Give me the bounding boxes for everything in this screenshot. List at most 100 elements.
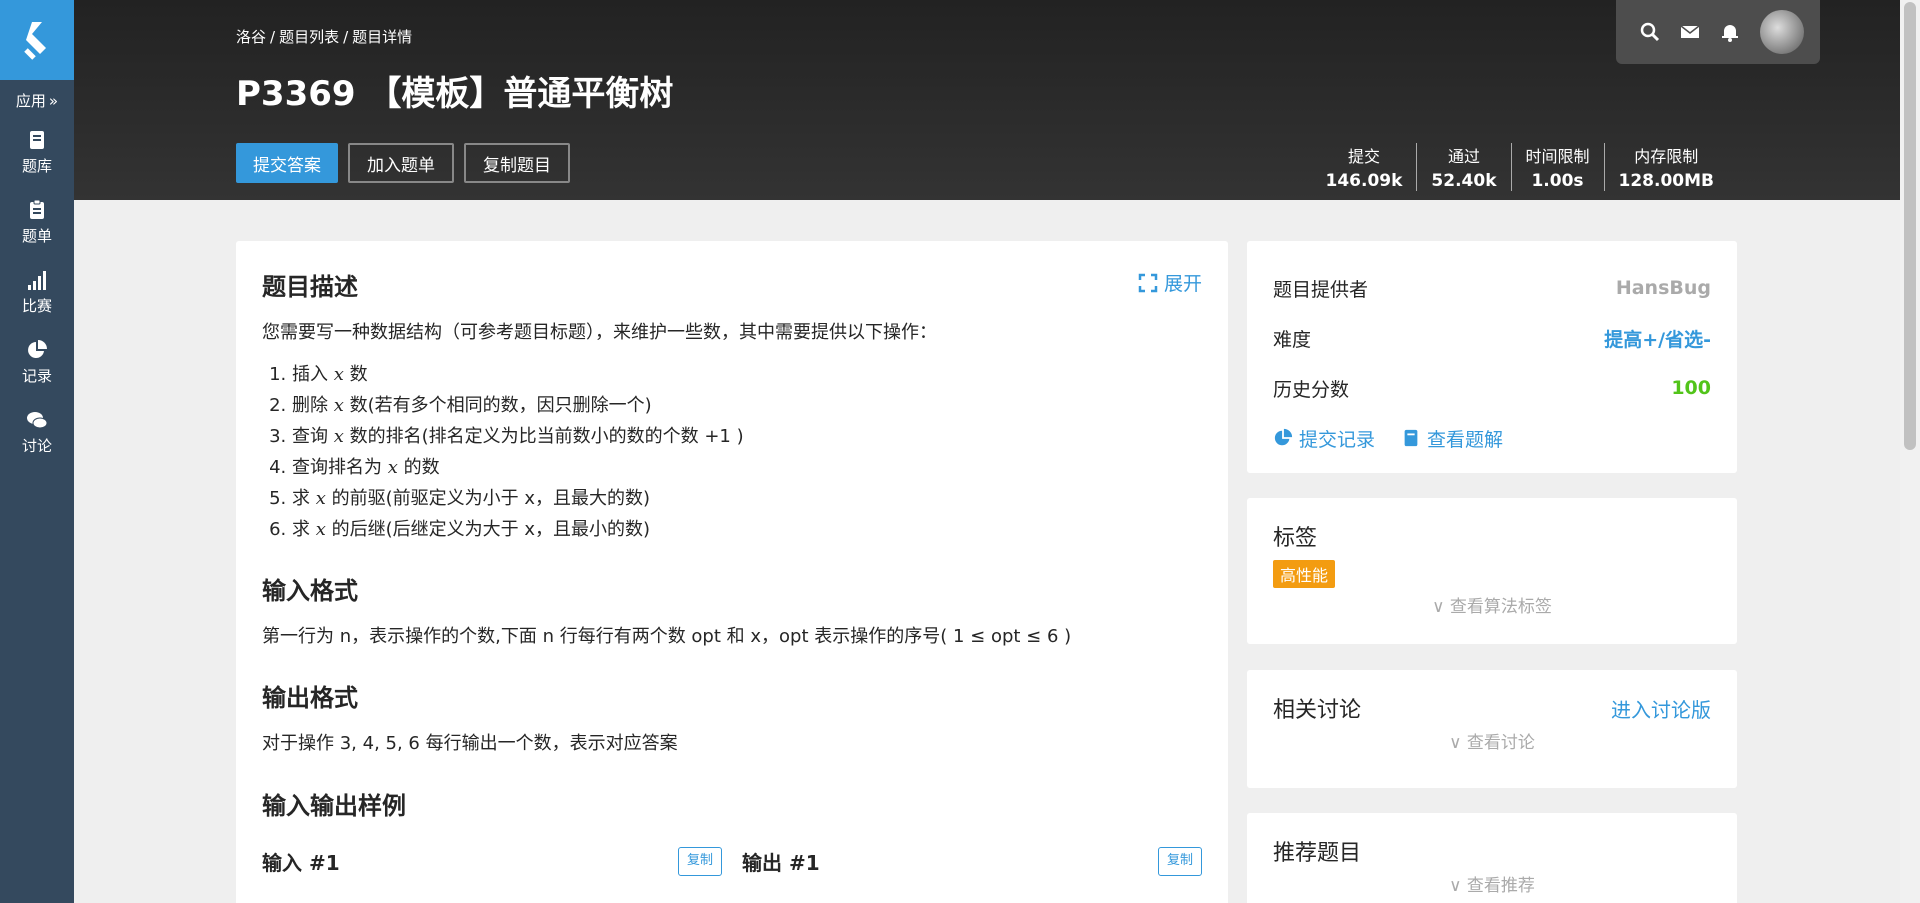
sidebar-item-label: 题单: [21, 226, 52, 245]
op-text: 的前驱(前驱定义为小于 x，且最大的数): [325, 487, 651, 509]
list-item: 查询 x 数的排名(排名定义为比当前数小的数的个数 +1 ): [292, 421, 1202, 452]
clipboard-icon: [30, 199, 44, 219]
sidebar-item-records[interactable]: 记录: [0, 327, 74, 397]
luogu-logo-icon: [24, 22, 46, 60]
link-label: 查看题解: [1427, 428, 1504, 451]
app-label: 应用: [15, 92, 46, 110]
difficulty-label: 难度: [1273, 328, 1312, 351]
provider-row: 题目提供者 HansBug: [1273, 263, 1711, 313]
recommend-title: 推荐题目: [1273, 841, 1362, 866]
op-text: 求: [292, 518, 316, 540]
problem-header: 洛谷 / 题目列表 / 题目详情 P3369 【模板】普通平衡树 提交答案 加入题单 复…: [74, 0, 1900, 200]
page-scrollbar[interactable]: [1900, 0, 1920, 903]
expand-label: 展开: [1163, 273, 1202, 295]
sidebar-item-label: 比赛: [21, 296, 52, 315]
submission-record-link[interactable]: 提交记录: [1273, 425, 1375, 452]
expand-button[interactable]: 展开: [1138, 269, 1202, 296]
output-format-title: 输出格式: [262, 684, 358, 713]
tag-badge[interactable]: 高性能: [1273, 560, 1336, 588]
stat-memory-limit: 内存限制 128.00MB: [1603, 143, 1728, 191]
sidebar-item-discuss[interactable]: 讨论: [0, 397, 74, 467]
stat-value: 128.00MB: [1618, 171, 1714, 191]
view-recommend[interactable]: ∨ 查看推荐: [1273, 871, 1711, 896]
user-avatar[interactable]: [1760, 10, 1804, 54]
scrollbar-thumb[interactable]: [1904, 2, 1916, 450]
copy-input-button[interactable]: 复制: [677, 846, 722, 876]
book-icon: [30, 130, 44, 149]
copy-problem-button[interactable]: 复制题目: [464, 143, 570, 183]
chat-icon: [27, 411, 48, 428]
mail-icon[interactable]: [1680, 22, 1700, 42]
bell-icon[interactable]: [1720, 22, 1740, 42]
sidebar-item-lists[interactable]: 题单: [0, 187, 74, 257]
pie-chart-icon: [28, 339, 47, 358]
enter-discussion-link[interactable]: 进入讨论版: [1611, 694, 1711, 723]
sidebar-item-problems[interactable]: 题库: [0, 117, 74, 187]
op-text: 插入: [292, 363, 334, 385]
sample-input-label: 输入 #1: [262, 850, 340, 875]
op-text: 查询: [292, 425, 334, 447]
sidebar-item-contests[interactable]: 比赛: [0, 257, 74, 327]
op-text: 查询排名为: [292, 456, 388, 478]
breadcrumb-problem-list[interactable]: 题目列表: [279, 28, 339, 46]
view-algorithm-tags[interactable]: ∨ 查看算法标签: [1273, 592, 1711, 617]
stat-value: 1.00s: [1531, 171, 1584, 191]
operations-list: 插入 x 数 删除 x 数(若有多个相同的数，因只删除一个) 查询 x 数的排名…: [292, 359, 1202, 545]
sample-output-label: 输出 #1: [742, 850, 820, 875]
action-buttons: 提交答案 加入题单 复制题目: [236, 143, 570, 183]
list-item: 插入 x 数: [292, 359, 1202, 390]
score-row: 历史分数 100: [1273, 363, 1711, 413]
list-item: 求 x 的前驱(前驱定义为小于 x，且最大的数): [292, 483, 1202, 514]
discussion-title: 相关讨论: [1273, 698, 1362, 723]
stat-label: 提交: [1347, 147, 1380, 166]
stat-value: 52.40k: [1431, 171, 1497, 191]
user-bar: [1616, 0, 1820, 64]
expand-icon: [1138, 273, 1158, 292]
stat-accepted: 通过 52.40k: [1416, 143, 1510, 191]
math-var: x: [333, 363, 344, 385]
math-var: x: [333, 394, 344, 416]
list-item: 查询排名为 x 的数: [292, 452, 1202, 483]
input-format-text: 第一行为 n，表示操作的个数,下面 n 行每行有两个数 opt 和 x，opt …: [262, 625, 1072, 647]
more-label: 查看算法标签: [1449, 597, 1552, 617]
sidebar-item-label: 讨论: [21, 436, 52, 455]
discussion-card: 相关讨论 进入讨论版 ∨ 查看讨论: [1247, 670, 1737, 788]
submit-answer-button[interactable]: 提交答案: [236, 143, 338, 183]
more-label: 查看推荐: [1466, 876, 1535, 896]
problem-info-card: 题目提供者 HansBug 难度 提高+/省选- 历史分数 100 提交记录 查…: [1247, 241, 1737, 473]
app-menu-toggle[interactable]: 应用 »: [0, 80, 74, 117]
description-title: 题目描述: [262, 273, 358, 301]
search-icon[interactable]: [1640, 22, 1660, 42]
stat-label: 通过: [1447, 147, 1480, 166]
sample-headers: 输入 #1 复制 输出 #1 复制: [262, 846, 1202, 876]
chevron-down-icon: ∨: [1449, 733, 1467, 753]
book-icon: [1404, 429, 1418, 447]
op-text: 的数: [397, 456, 440, 478]
breadcrumb-home[interactable]: 洛谷: [236, 28, 266, 46]
sidebar-item-label: 记录: [21, 366, 52, 385]
description-intro: 您需要写一种数据结构（可参考题目标题），来维护一些数，其中需要提供以下操作：: [262, 322, 937, 343]
math-var: x: [315, 518, 326, 540]
view-solution-link[interactable]: 查看题解: [1401, 425, 1503, 452]
provider-name[interactable]: HansBug: [1616, 277, 1711, 299]
output-format-text: 对于操作 3, 4, 5, 6 每行输出一个数，表示对应答案: [262, 733, 678, 755]
stat-label: 时间限制: [1525, 147, 1590, 166]
problem-content-card: 题目描述 展开 您需要写一种数据结构（可参考题目标题），来维护一些数，其中需要提…: [236, 241, 1228, 903]
op-text: 的后继(后继定义为大于 x，且最小的数): [325, 518, 651, 540]
luogu-logo[interactable]: [0, 0, 74, 80]
math-var: x: [387, 456, 398, 478]
stat-value: 146.09k: [1325, 171, 1403, 191]
sample-title: 输入输出样例: [262, 791, 406, 820]
add-to-list-button[interactable]: 加入题单: [348, 143, 454, 183]
op-text: 删除: [292, 394, 334, 416]
copy-output-button[interactable]: 复制: [1157, 846, 1202, 876]
info-links: 提交记录 查看题解: [1273, 413, 1711, 463]
bar-chart-icon: [28, 270, 46, 290]
difficulty-value: 提高+/省选-: [1604, 328, 1711, 351]
difficulty-row: 难度 提高+/省选-: [1273, 313, 1711, 363]
breadcrumb: 洛谷 / 题目列表 / 题目详情: [236, 28, 413, 46]
sidebar-item-label: 题库: [21, 156, 52, 175]
link-label: 提交记录: [1299, 428, 1376, 451]
view-discussion[interactable]: ∨ 查看讨论: [1273, 728, 1711, 753]
tags-title: 标签: [1273, 526, 1318, 551]
